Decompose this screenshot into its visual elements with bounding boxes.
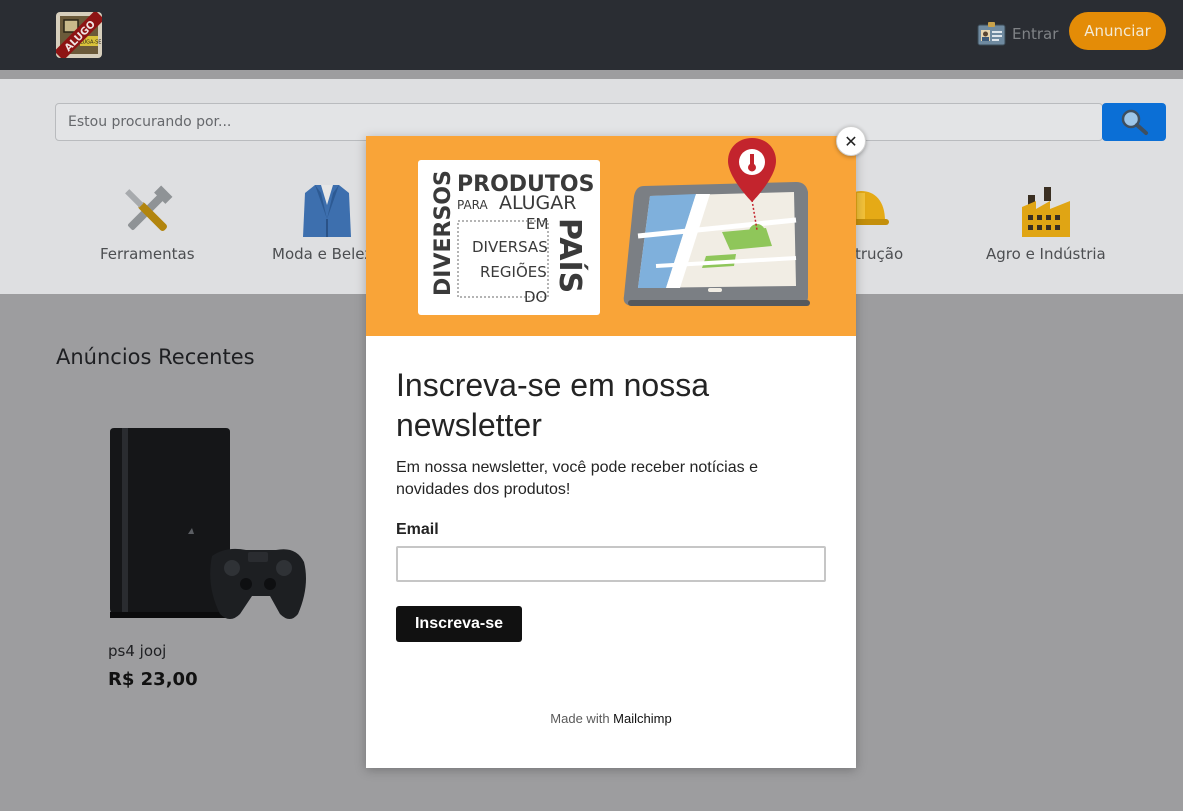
top-navbar: ALUGA-SE ALUGO Entrar Anunciar bbox=[0, 0, 1183, 70]
category-agro-e-industria[interactable]: Agro e Indústria bbox=[986, 179, 1106, 263]
modal-close-button[interactable]: ✕ bbox=[836, 126, 866, 156]
footer-prefix: Made with bbox=[550, 711, 610, 726]
login-link[interactable]: Entrar bbox=[977, 20, 1058, 48]
login-label: Entrar bbox=[1012, 25, 1059, 43]
ps4-console-image bbox=[110, 428, 306, 619]
anunciar-button[interactable]: Anunciar bbox=[1069, 12, 1166, 50]
listing-name: ps4 jooj bbox=[108, 642, 167, 660]
listing-price: R$ 23,00 bbox=[108, 669, 198, 690]
svg-text:DO: DO bbox=[524, 288, 547, 306]
close-icon: ✕ bbox=[844, 131, 858, 151]
subscribe-button[interactable]: Inscreva-se bbox=[396, 606, 522, 642]
tools-icon bbox=[125, 185, 173, 231]
category-label: Agro e Indústria bbox=[986, 245, 1106, 263]
search-button[interactable] bbox=[1102, 103, 1166, 141]
svg-text:REGIÕES: REGIÕES bbox=[480, 262, 547, 281]
mailchimp-credit: Made with Mailchimp bbox=[366, 711, 856, 726]
email-field[interactable] bbox=[396, 546, 826, 582]
id-card-icon bbox=[977, 22, 1006, 46]
search-icon bbox=[1121, 109, 1148, 135]
category-ferramentas[interactable]: Ferramentas bbox=[100, 179, 195, 263]
factory-icon bbox=[1021, 187, 1070, 237]
newsletter-description: Em nossa newsletter, você pode receber n… bbox=[396, 459, 758, 498]
site-logo[interactable]: ALUGA-SE ALUGO bbox=[56, 12, 102, 58]
banner-illustration: DIVERSOS PRODUTOS PARA ALUGAR EM DIVERSA… bbox=[418, 138, 810, 315]
blazer-icon bbox=[302, 185, 351, 237]
recent-listings-title: Anúncios Recentes bbox=[56, 345, 255, 369]
svg-text:ALUGAR: ALUGAR bbox=[499, 192, 576, 214]
svg-text:PAÍS: PAÍS bbox=[552, 218, 588, 293]
svg-text:EM: EM bbox=[526, 215, 548, 233]
email-label: Email bbox=[396, 521, 439, 538]
svg-text:DIVERSAS: DIVERSAS bbox=[472, 238, 548, 256]
svg-text:PARA: PARA bbox=[457, 198, 489, 212]
category-label: Ferramentas bbox=[100, 245, 195, 263]
mailchimp-link[interactable]: Mailchimp bbox=[613, 711, 672, 726]
listing-card[interactable]: ps4 jooj R$ 23,00 bbox=[108, 418, 308, 690]
newsletter-title: Inscreva-se em nossa newsletter bbox=[396, 367, 710, 443]
logo-image: ALUGA-SE ALUGO bbox=[56, 12, 102, 58]
newsletter-modal: DIVERSOS PRODUTOS PARA ALUGAR EM DIVERSA… bbox=[366, 136, 856, 768]
newsletter-banner: DIVERSOS PRODUTOS PARA ALUGAR EM DIVERSA… bbox=[366, 136, 856, 336]
svg-text:DIVERSOS: DIVERSOS bbox=[431, 170, 456, 296]
